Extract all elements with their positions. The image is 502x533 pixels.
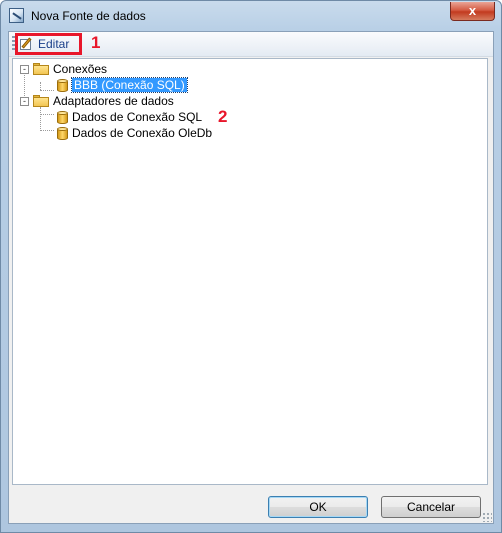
tree-node-adapters[interactable]: Adaptadores de dados — [33, 93, 174, 109]
annotation-number-2: 2 — [218, 107, 228, 126]
title-bar[interactable]: Nova Fonte de dados x — [1, 1, 501, 31]
tree-node-label: Conexões — [53, 62, 108, 76]
dialog-window: Nova Fonte de dados x Editar 1 - Conexõe… — [0, 0, 502, 533]
tree-node-label: Dados de Conexão SQL — [72, 110, 203, 124]
database-icon — [57, 126, 68, 140]
dialog-client-area: Editar 1 - Conexões BBB (Conexão SQL) - — [8, 31, 494, 524]
tree-node-label-selected: BBB (Conexão SQL) — [71, 77, 188, 93]
folder-icon — [33, 95, 49, 107]
tree-connector — [40, 130, 54, 131]
tree-connector — [40, 82, 41, 90]
data-source-tree[interactable]: - Conexões BBB (Conexão SQL) - Adaptador… — [12, 58, 488, 485]
tree-connector — [40, 90, 54, 91]
tree-node-label: Adaptadores de dados — [53, 94, 174, 108]
tree-node-label: Dados de Conexão OleDb — [72, 126, 213, 140]
tree-node-connection-bbb[interactable]: BBB (Conexão SQL) — [57, 77, 188, 93]
annotation-box-1 — [15, 33, 82, 55]
expander-connections[interactable]: - — [20, 65, 29, 74]
folder-icon — [33, 63, 49, 75]
tree-connector — [24, 72, 25, 96]
window-title: Nova Fonte de dados — [31, 9, 146, 23]
tree-connector — [40, 107, 41, 131]
tree-node-adapter-sql[interactable]: Dados de Conexão SQL — [57, 109, 202, 125]
tree-node-adapter-oledb[interactable]: Dados de Conexão OleDb — [57, 125, 212, 141]
cancel-button[interactable]: Cancelar — [381, 496, 481, 518]
ok-button[interactable]: OK — [268, 496, 368, 518]
database-icon — [57, 78, 68, 92]
tree-node-connections[interactable]: Conexões — [33, 61, 107, 77]
toolbar: Editar — [9, 32, 493, 57]
close-button[interactable]: x — [450, 2, 495, 21]
expander-adapters[interactable]: - — [20, 97, 29, 106]
database-icon — [57, 110, 68, 124]
resize-grip-icon[interactable] — [482, 512, 492, 522]
annotation-number-1: 1 — [91, 33, 101, 52]
app-icon — [9, 8, 24, 23]
tree-connector — [40, 114, 54, 115]
